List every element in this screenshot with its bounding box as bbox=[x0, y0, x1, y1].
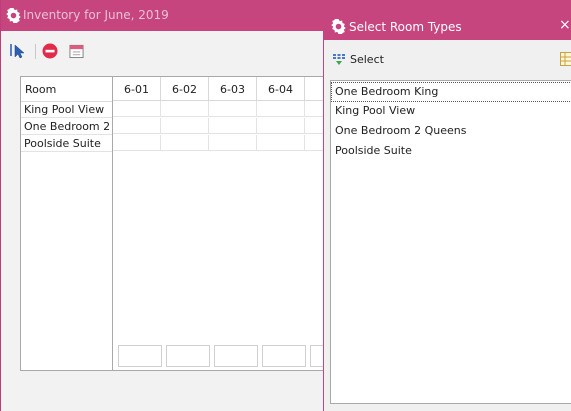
room-row[interactable]: Poolside Suite bbox=[21, 135, 112, 152]
grid-cell[interactable] bbox=[257, 135, 305, 151]
total-field[interactable] bbox=[118, 345, 162, 367]
grid-cell[interactable] bbox=[113, 101, 161, 117]
room-row[interactable]: One Bedroom 2 bbox=[21, 118, 112, 135]
grid-cell[interactable] bbox=[209, 118, 257, 134]
total-field[interactable] bbox=[214, 345, 258, 367]
select-room-types-dialog: Select Room Types × Select One Bedroom K… bbox=[323, 14, 571, 411]
day-label: 6-03 bbox=[220, 83, 245, 96]
total-field[interactable] bbox=[166, 345, 210, 367]
dialog-title: Select Room Types bbox=[349, 20, 462, 34]
select-list-icon[interactable] bbox=[333, 54, 345, 66]
total-field[interactable] bbox=[262, 345, 306, 367]
grid-cell[interactable] bbox=[161, 135, 209, 151]
toolbar-separator bbox=[35, 44, 36, 59]
inventory-grid: 6-01 6-02 6-03 6-04 bbox=[112, 76, 332, 371]
room-name: One Bedroom 2 bbox=[24, 120, 111, 133]
list-item[interactable]: King Pool View bbox=[331, 101, 571, 121]
day-column-header[interactable]: 6-02 bbox=[161, 77, 209, 101]
window-title: Inventory for June, 2019 bbox=[23, 8, 169, 22]
day-label: 6-02 bbox=[172, 83, 197, 96]
select-pointer-icon[interactable] bbox=[9, 43, 25, 59]
select-button[interactable]: Select bbox=[350, 53, 384, 66]
room-row[interactable]: King Pool View bbox=[21, 101, 112, 118]
grid-cell[interactable] bbox=[113, 135, 161, 151]
grid-cell[interactable] bbox=[161, 118, 209, 134]
room-type-list[interactable]: One Bedroom King King Pool View One Bedr… bbox=[330, 80, 571, 404]
dialog-toolbar: Select bbox=[324, 40, 571, 80]
list-item-label: One Bedroom 2 Queens bbox=[335, 124, 467, 137]
day-label: 6-04 bbox=[268, 83, 293, 96]
room-name: King Pool View bbox=[24, 103, 105, 116]
close-icon[interactable]: × bbox=[559, 17, 571, 33]
day-label: 6-01 bbox=[124, 83, 149, 96]
list-item[interactable]: One Bedroom King bbox=[331, 82, 571, 102]
calendar-icon[interactable] bbox=[69, 43, 84, 59]
delete-icon[interactable] bbox=[42, 43, 58, 59]
grid-cell[interactable] bbox=[209, 135, 257, 151]
room-name: Poolside Suite bbox=[24, 137, 101, 150]
grid-cell[interactable] bbox=[113, 118, 161, 134]
day-column-header[interactable]: 6-03 bbox=[209, 77, 257, 101]
grid-cell[interactable] bbox=[209, 101, 257, 117]
room-column-header[interactable]: Room bbox=[21, 77, 112, 102]
day-column-header[interactable]: 6-04 bbox=[257, 77, 305, 101]
list-item[interactable]: Poolside Suite bbox=[331, 141, 571, 161]
grid-cell[interactable] bbox=[257, 118, 305, 134]
list-item-label: King Pool View bbox=[335, 104, 416, 117]
day-column-header[interactable]: 6-01 bbox=[113, 77, 161, 101]
list-item-label: One Bedroom King bbox=[335, 85, 439, 98]
grid-view-icon[interactable] bbox=[560, 52, 571, 66]
gear-icon bbox=[331, 19, 346, 34]
gear-icon bbox=[6, 8, 21, 23]
list-item-label: Poolside Suite bbox=[335, 144, 412, 157]
room-header-label: Room bbox=[25, 83, 57, 96]
list-item[interactable]: One Bedroom 2 Queens bbox=[331, 121, 571, 141]
room-list: Room King Pool View One Bedroom 2 Poolsi… bbox=[20, 76, 113, 371]
grid-cell[interactable] bbox=[257, 101, 305, 117]
dialog-titlebar: Select Room Types × bbox=[324, 14, 571, 40]
grid-cell[interactable] bbox=[161, 101, 209, 117]
